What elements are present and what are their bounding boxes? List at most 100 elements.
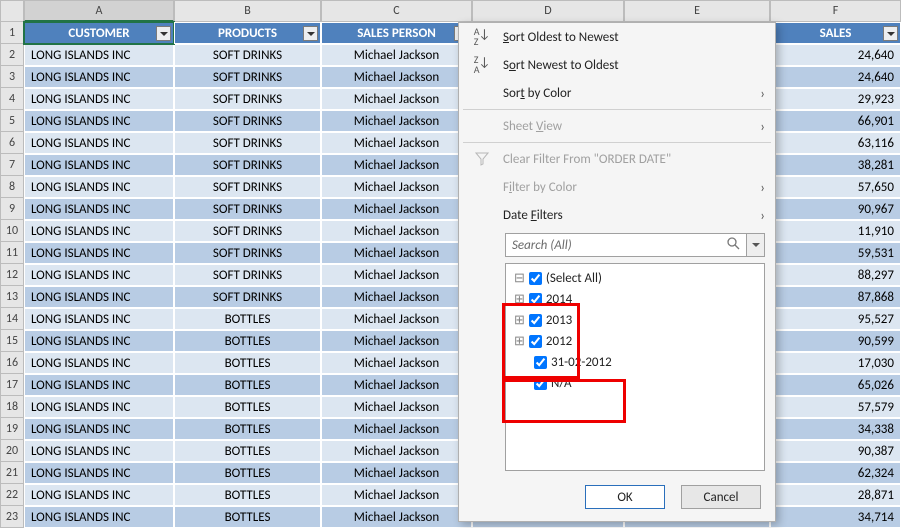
cell-product[interactable]: BOTTLES — [174, 484, 321, 506]
row-header[interactable]: 6 — [0, 132, 24, 154]
cell-salesperson[interactable]: Michael Jackson — [321, 286, 472, 308]
cell-sales[interactable]: 59,531 — [770, 242, 901, 264]
cell-customer[interactable]: LONG ISLANDS INC — [24, 176, 174, 198]
cell-sales[interactable]: 90,387 — [770, 440, 901, 462]
cell-customer[interactable]: LONG ISLANDS INC — [24, 308, 174, 330]
cell-salesperson[interactable]: Michael Jackson — [321, 88, 472, 110]
cell-sales[interactable]: 90,599 — [770, 330, 901, 352]
cell-customer[interactable]: LONG ISLANDS INC — [24, 264, 174, 286]
cell-sales[interactable]: 66,901 — [770, 110, 901, 132]
filter-dropdown-sales[interactable] — [883, 26, 898, 41]
col-header-A[interactable]: A — [24, 0, 174, 22]
cell-salesperson[interactable]: Michael Jackson — [321, 484, 472, 506]
cell-customer[interactable]: LONG ISLANDS INC — [24, 66, 174, 88]
cell-customer[interactable]: LONG ISLANDS INC — [24, 242, 174, 264]
cell-sales[interactable]: 38,281 — [770, 154, 901, 176]
row-header[interactable]: 12 — [0, 264, 24, 286]
cell-sales[interactable]: 57,650 — [770, 176, 901, 198]
tree-item-2014[interactable]: ⊞2014 — [510, 289, 760, 310]
cell-salesperson[interactable]: Michael Jackson — [321, 220, 472, 242]
row-header[interactable]: 2 — [0, 44, 24, 66]
row-header[interactable]: 15 — [0, 330, 24, 352]
cell-customer[interactable]: LONG ISLANDS INC — [24, 484, 174, 506]
row-header[interactable]: 23 — [0, 506, 24, 528]
search-dropdown[interactable] — [747, 233, 765, 257]
cell-product[interactable]: BOTTLES — [174, 418, 321, 440]
row-header[interactable]: 14 — [0, 308, 24, 330]
cell-sales[interactable]: 11,910 — [770, 220, 901, 242]
row-header[interactable]: 8 — [0, 176, 24, 198]
row-header[interactable]: 18 — [0, 396, 24, 418]
column-header-sales[interactable]: SALES — [770, 22, 901, 44]
cell-customer[interactable]: LONG ISLANDS INC — [24, 440, 174, 462]
row-header[interactable]: 10 — [0, 220, 24, 242]
cell-salesperson[interactable]: Michael Jackson — [321, 264, 472, 286]
tree-item-2012[interactable]: ⊞2012 — [510, 331, 760, 352]
cell-salesperson[interactable]: Michael Jackson — [321, 374, 472, 396]
row-header[interactable]: 7 — [0, 154, 24, 176]
cell-salesperson[interactable]: Michael Jackson — [321, 440, 472, 462]
row-header[interactable]: 9 — [0, 198, 24, 220]
tree-item-na[interactable]: N/A — [510, 373, 760, 394]
cancel-button[interactable]: Cancel — [681, 485, 761, 509]
cell-customer[interactable]: LONG ISLANDS INC — [24, 220, 174, 242]
cell-sales[interactable]: 29,923 — [770, 88, 901, 110]
na-checkbox[interactable] — [534, 377, 547, 390]
cell-salesperson[interactable]: Michael Jackson — [321, 352, 472, 374]
cell-sales[interactable]: 57,579 — [770, 396, 901, 418]
tree-item-31-02-2012[interactable]: 31-02-2012 — [510, 352, 760, 373]
cell-salesperson[interactable]: Michael Jackson — [321, 176, 472, 198]
cell-sales[interactable]: 17,030 — [770, 352, 901, 374]
cell-sales[interactable]: 87,868 — [770, 286, 901, 308]
cell-product[interactable]: SOFT DRINKS — [174, 154, 321, 176]
cell-customer[interactable]: LONG ISLANDS INC — [24, 44, 174, 66]
col-header-D[interactable]: D — [472, 0, 624, 22]
cell-customer[interactable]: LONG ISLANDS INC — [24, 396, 174, 418]
year-2013-checkbox[interactable] — [529, 314, 542, 327]
cell-customer[interactable]: LONG ISLANDS INC — [24, 418, 174, 440]
date-filters[interactable]: Date Filters › — [459, 201, 775, 229]
tree-select-all[interactable]: ⊟(Select All) — [510, 268, 760, 289]
cell-product[interactable]: BOTTLES — [174, 330, 321, 352]
cell-product[interactable]: SOFT DRINKS — [174, 198, 321, 220]
cell-salesperson[interactable]: Michael Jackson — [321, 198, 472, 220]
cell-customer[interactable]: LONG ISLANDS INC — [24, 88, 174, 110]
cell-product[interactable]: SOFT DRINKS — [174, 286, 321, 308]
cell-salesperson[interactable]: Michael Jackson — [321, 506, 472, 528]
row-header[interactable]: 3 — [0, 66, 24, 88]
cell-customer[interactable]: LONG ISLANDS INC — [24, 374, 174, 396]
cell-customer[interactable]: LONG ISLANDS INC — [24, 198, 174, 220]
cell-salesperson[interactable]: Michael Jackson — [321, 462, 472, 484]
cell-salesperson[interactable]: Michael Jackson — [321, 132, 472, 154]
column-header-salesperson[interactable]: SALES PERSON — [321, 22, 472, 44]
cell-product[interactable]: BOTTLES — [174, 506, 321, 528]
row-header[interactable]: 4 — [0, 88, 24, 110]
sort-by-color[interactable]: Sort by Color › — [459, 79, 775, 107]
cell-product[interactable]: SOFT DRINKS — [174, 110, 321, 132]
cell-salesperson[interactable]: Michael Jackson — [321, 418, 472, 440]
col-header-E[interactable]: E — [624, 0, 770, 22]
select-all-checkbox[interactable] — [529, 272, 542, 285]
row-header[interactable]: 17 — [0, 374, 24, 396]
year-2014-checkbox[interactable] — [529, 293, 542, 306]
cell-sales[interactable]: 24,640 — [770, 66, 901, 88]
row-header[interactable]: 21 — [0, 462, 24, 484]
cell-sales[interactable]: 24,640 — [770, 44, 901, 66]
cell-salesperson[interactable]: Michael Jackson — [321, 242, 472, 264]
filter-dropdown-customer[interactable] — [156, 26, 171, 41]
filter-dropdown-products[interactable] — [303, 26, 318, 41]
cell-customer[interactable]: LONG ISLANDS INC — [24, 132, 174, 154]
cell-product[interactable]: SOFT DRINKS — [174, 66, 321, 88]
sort-newest-oldest[interactable]: ZA↓ Sort Newest to Oldest — [459, 51, 775, 79]
row-header[interactable]: 13 — [0, 286, 24, 308]
col-header-C[interactable]: C — [321, 0, 472, 22]
cell-customer[interactable]: LONG ISLANDS INC — [24, 506, 174, 528]
cell-product[interactable]: BOTTLES — [174, 396, 321, 418]
cell-customer[interactable]: LONG ISLANDS INC — [24, 352, 174, 374]
date-31-02-2012-checkbox[interactable] — [534, 356, 547, 369]
row-header[interactable]: 20 — [0, 440, 24, 462]
cell-product[interactable]: SOFT DRINKS — [174, 44, 321, 66]
cell-product[interactable]: BOTTLES — [174, 462, 321, 484]
cell-sales[interactable]: 90,967 — [770, 198, 901, 220]
cell-sales[interactable]: 34,714 — [770, 506, 901, 528]
